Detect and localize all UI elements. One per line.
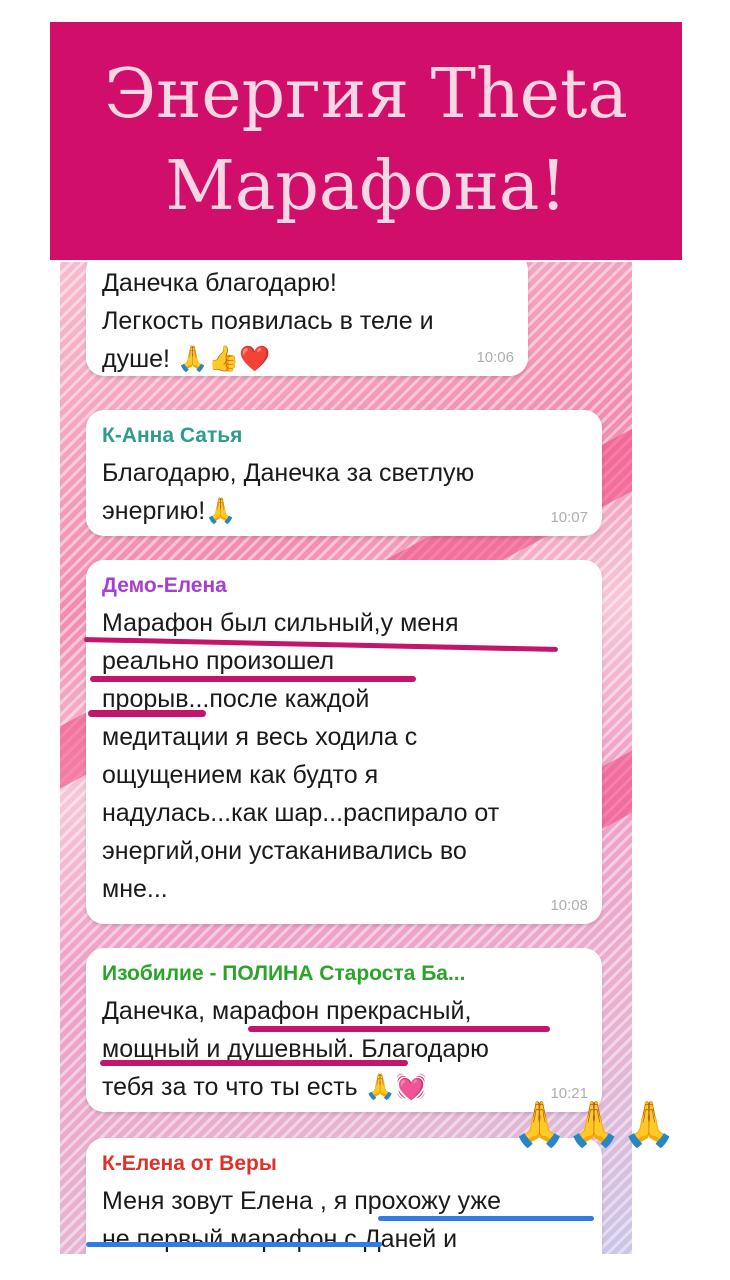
highlight-underline <box>90 676 416 682</box>
message-line: надулась...как шар...распирало от <box>102 799 500 827</box>
highlight-underline <box>378 1216 594 1221</box>
banner-title-line2: Марафона! <box>165 147 567 226</box>
message-bubble[interactable]: К-Елена от Веры Меня зовут Елена , я про… <box>86 1138 602 1254</box>
pray-emoji-sticker: 🙏🙏🙏 <box>512 1099 677 1150</box>
message-bubble[interactable]: Демо-Елена Марафон был сильный,у меня ре… <box>86 560 602 924</box>
message-time: 10:06 <box>476 349 514 366</box>
message-line: Благодарю, Данечка за светлую <box>102 459 475 487</box>
message-line: ощущением как будто я <box>102 761 379 789</box>
pray-emoji: 🙏 <box>205 496 237 525</box>
pray-heart-emoji: 🙏💓 <box>364 1072 427 1101</box>
message-line: энергию! <box>102 497 206 525</box>
message-line: душе! <box>102 345 170 373</box>
message-line: не первый марафон с Даней и <box>102 1225 458 1253</box>
message-line: мне... <box>102 875 168 903</box>
highlight-underline <box>248 1026 550 1032</box>
message-bubble[interactable]: К-Анна Сатья Благодарю, Данечка за светл… <box>86 410 602 536</box>
message-line: Марафон был сильный,у меня <box>102 609 459 637</box>
message-time: 10:07 <box>550 509 588 526</box>
message-line: Легкость появилась в теле и <box>102 307 434 335</box>
message-text: Данечка благодарю! Легкость появилась в … <box>102 264 512 378</box>
message-sender: Изобилие - ПОЛИНА Староста Ба... <box>102 962 466 985</box>
highlight-underline <box>100 1060 408 1066</box>
highlight-underline <box>86 1242 382 1247</box>
message-line: Данечка благодарю! <box>102 269 337 297</box>
message-sender: К-Елена от Веры <box>102 1152 277 1175</box>
message-line: медитации я весь ходила с <box>102 723 418 751</box>
message-text: Данечка, марафон прекрасный, мощный и ду… <box>102 992 586 1106</box>
highlight-underline <box>88 710 206 717</box>
message-sender: Демо-Елена <box>102 574 227 597</box>
banner-title-line1: Энергия Theta <box>104 55 628 134</box>
message-time: 10:08 <box>550 897 588 914</box>
message-line: Меня зовут Елена , я прохожу уже <box>102 1187 501 1215</box>
banner-title: Энергия Theta Марафона! <box>104 49 628 233</box>
message-text: Благодарю, Данечка за светлую энергию!🙏 <box>102 454 586 530</box>
message-line: энергий,они устаканивались во <box>102 837 467 865</box>
message-line: тебя за то что ты есть <box>102 1073 358 1101</box>
message-sender: К-Анна Сатья <box>102 424 243 447</box>
message-line: Данечка, марафон прекрасный, <box>102 997 472 1025</box>
message-bubble[interactable]: Данечка благодарю! Легкость появилась в … <box>86 262 528 376</box>
title-banner: Энергия Theta Марафона! <box>50 22 682 260</box>
pray-thumbs-heart-emoji: 🙏👍❤️ <box>176 344 271 373</box>
